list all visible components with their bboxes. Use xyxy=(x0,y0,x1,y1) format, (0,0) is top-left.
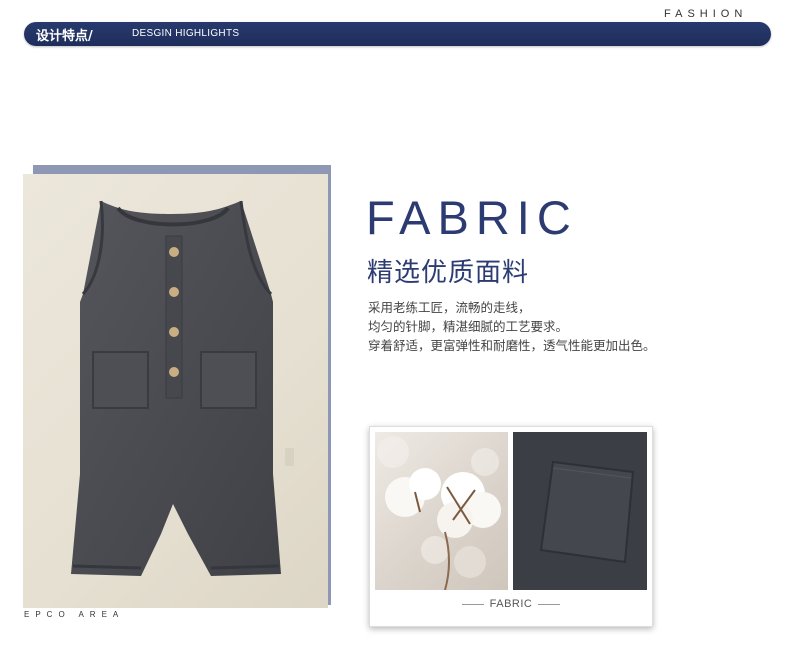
divider-line xyxy=(538,603,561,605)
fabric-subtitle: 精选优质面料 xyxy=(367,258,530,288)
description-line: 均匀的针脚，精湛细腻的工艺要求。 xyxy=(368,319,569,334)
fabric-description: 采用老练工匠，流畅的走线， 均匀的针脚，精湛细腻的工艺要求。 穿着舒适，更富弹性… xyxy=(368,298,656,355)
fabric-pocket-photo xyxy=(513,432,647,590)
pocket-illustration xyxy=(513,432,647,590)
fabric-card-caption: FABRIC xyxy=(370,598,652,610)
card-label-text: FABRIC xyxy=(489,598,533,610)
romper-photo xyxy=(23,174,328,608)
description-line: 采用老练工匠，流畅的走线， xyxy=(368,300,531,315)
description-line: 穿着舒适，更富弹性和耐磨性，透气性能更加出色。 xyxy=(368,338,656,353)
section-header-bar: 设计特点/ DESGIN HIGHLIGHTS xyxy=(24,22,771,46)
cotton-illustration xyxy=(377,436,501,590)
header-title-en: DESGIN HIGHLIGHTS xyxy=(132,28,240,39)
fabric-card: FABRIC xyxy=(369,426,653,627)
cotton-photo xyxy=(375,432,508,590)
photo-caption: EPCO AREA xyxy=(24,610,125,619)
divider-line xyxy=(461,603,484,605)
fabric-title: FABRIC xyxy=(366,191,578,244)
romper-illustration xyxy=(71,200,294,576)
fashion-tag: FASHION xyxy=(664,8,748,20)
header-title-cn: 设计特点/ xyxy=(36,29,93,44)
